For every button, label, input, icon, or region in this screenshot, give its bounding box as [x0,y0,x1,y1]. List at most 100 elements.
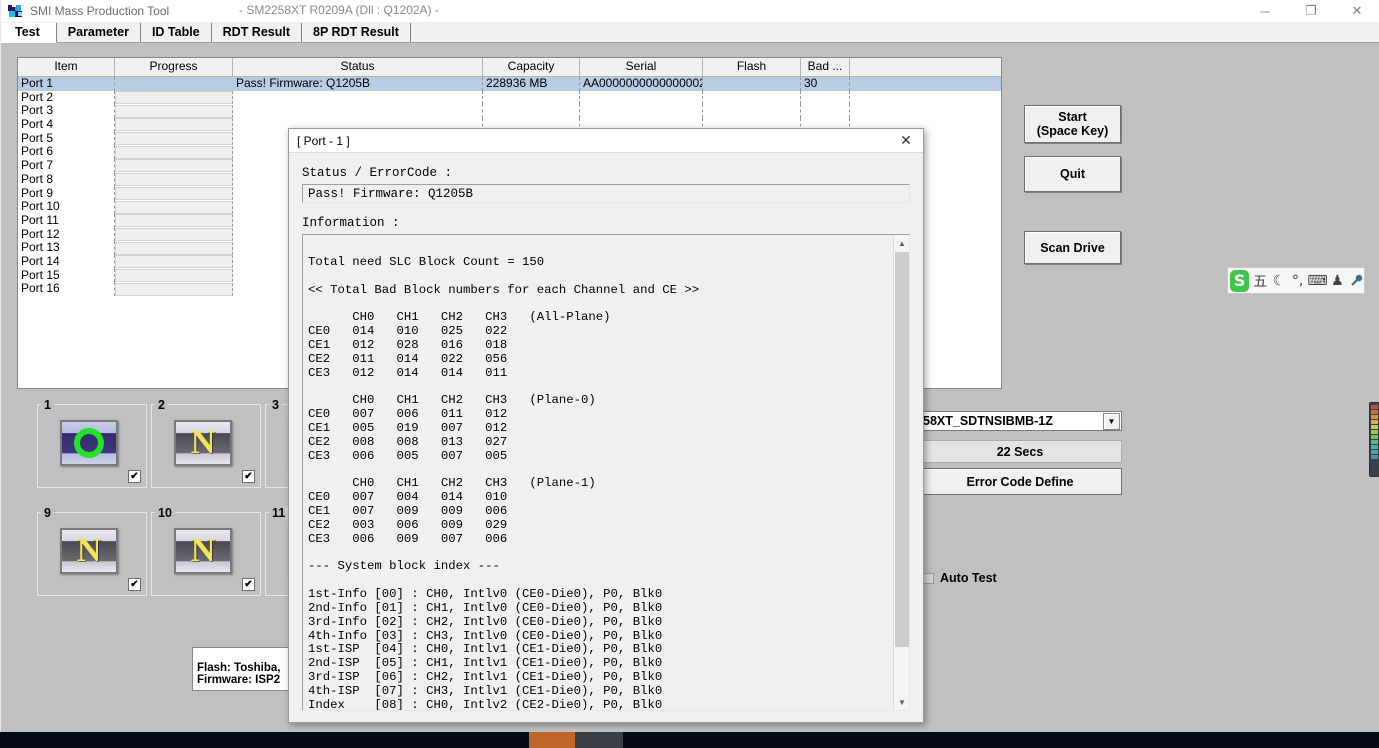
thumbnail-number: 1 [41,398,54,412]
start-button-label-line2: (Space Key) [1036,124,1109,138]
ime-toolbar[interactable]: S 五 ☾ °, ⌨ ♟ [1227,267,1365,294]
table-header-capacity[interactable]: Capacity [483,58,580,76]
meter-bar [1371,420,1378,424]
thumbnail-device-icon: N [174,420,232,466]
meter-bar [1371,450,1378,454]
cell-blank [850,91,1000,105]
ime-wubi-icon[interactable]: 五 [1252,270,1268,292]
table-header-item[interactable]: Item [18,58,115,76]
cell-capacity: 228936 MB [483,77,580,91]
scroll-up-icon[interactable]: ▲ [894,235,909,251]
thumbnail-number: 2 [155,398,168,412]
thumbnail-checkbox[interactable]: ✔ [128,578,141,591]
cell-item: Port 4 [18,118,115,132]
table-header-flash[interactable]: Flash [703,58,801,76]
scan-drive-button[interactable]: Scan Drive [1024,231,1121,264]
meter-bar [1371,430,1378,434]
window-controls: ─ ❐ ✕ [1242,0,1379,22]
sogou-logo-icon[interactable]: S [1230,269,1250,292]
table-header-bad-[interactable]: Bad ... [801,58,850,76]
os-taskbar [0,732,1379,748]
thumbnail-checkbox[interactable]: ✔ [128,470,141,483]
start-button[interactable]: Start (Space Key) [1024,105,1121,143]
cell-progress [115,173,233,187]
maximize-restore-icon[interactable]: ❐ [1288,0,1334,22]
tab-id-table[interactable]: ID Table [141,23,212,42]
meter-bar [1371,405,1378,409]
dialog-close-icon[interactable]: ✕ [889,129,923,152]
cell-item: Port 2 [18,90,115,105]
error-code-define-button[interactable]: Error Code Define [918,468,1122,495]
config-select[interactable]: 58XT_SDTNSIBMB-1Z ▼ [918,411,1122,431]
taskbar-item-active[interactable] [529,732,575,748]
thumbnail-device-icon: N [60,528,118,574]
tab-parameter[interactable]: Parameter [57,23,141,42]
cell-progress [115,104,233,118]
table-header-blank[interactable] [850,58,1000,76]
ime-moon-icon[interactable]: ☾ [1271,270,1287,292]
meter-bar [1371,415,1378,419]
auto-test-checkbox-row[interactable]: Auto Test [923,571,997,585]
ime-punctuation-icon[interactable]: °, [1290,270,1306,292]
meter-bar [1371,425,1378,429]
information-scrollbar[interactable]: ▲ ▼ [893,235,909,710]
information-label: Information : [302,216,400,230]
cell-item: Port 14 [18,254,115,269]
tab-8p-rdt-result[interactable]: 8P RDT Result [302,23,411,42]
thumbnail-checkbox[interactable]: ✔ [242,578,255,591]
thumbnail-letter: N [190,424,216,461]
cell-item: Port 8 [18,172,115,187]
thumbnail-number: 11 [269,506,289,520]
table-header-serial[interactable]: Serial [580,58,703,76]
close-icon[interactable]: ✕ [1334,0,1379,22]
thumbnail-checkbox[interactable]: ✔ [242,470,255,483]
ime-user-icon[interactable]: ♟ [1330,270,1346,292]
app-logo-icon [8,3,24,19]
start-button-label-line1: Start [1058,110,1087,124]
device-thumbnail[interactable]: 10 N ✔ [151,506,261,596]
table-header-status[interactable]: Status [233,58,483,76]
chevron-down-icon[interactable]: ▼ [1103,412,1120,430]
auto-test-checkbox[interactable] [923,572,934,584]
cell-serial: AA000000000000000244 [580,77,703,91]
table-row[interactable]: Port 1 Pass! Firmware: Q1205B 228936 MB AA0… [18,77,1001,91]
tab-rdt-result[interactable]: RDT Result [212,23,303,42]
cell-progress [115,255,233,269]
ime-keyboard-icon[interactable]: ⌨ [1307,270,1327,292]
cell-progress [115,214,233,228]
cell-progress [115,200,233,214]
cell-bad [801,90,850,105]
thumbnail-device-icon [60,420,118,466]
device-thumbnail[interactable]: 1 ✔ [37,398,147,488]
cell-item: Port 1 [18,77,115,91]
cell-item: Port 13 [18,241,115,255]
cell-capacity [483,104,580,119]
cell-item: Port 12 [18,227,115,242]
scrollbar-thumb[interactable] [895,252,909,647]
status-errorcode-value: Pass! Firmware: Q1205B [302,184,910,203]
minimize-icon[interactable]: ─ [1242,0,1288,22]
scroll-down-icon[interactable]: ▼ [894,694,909,710]
status-errorcode-label: Status / ErrorCode : [302,166,453,180]
meter-bar [1371,440,1378,444]
table-header-progress[interactable]: Progress [115,58,233,76]
thumbnail-number: 3 [269,398,282,412]
tab-test[interactable]: Test [1,23,57,43]
quit-button[interactable]: Quit [1024,156,1121,192]
cell-bad: 30 [801,77,850,91]
cell-progress [115,145,233,159]
table-row[interactable]: Port 2 [18,90,1001,105]
taskbar-item-secondary[interactable] [575,732,623,748]
cell-item: Port 6 [18,145,115,160]
cell-flash [703,77,801,91]
table-row[interactable]: Port 3 [18,104,1001,119]
device-thumbnail[interactable]: 9 N ✔ [37,506,147,596]
ime-wrench-icon[interactable] [1348,270,1364,292]
app-window: SMI Mass Production Tool - SM2258XT R020… [0,0,1379,732]
cell-progress [115,132,233,146]
thumbnail-number: 10 [155,506,175,520]
cell-status [233,90,483,105]
device-thumbnail[interactable]: 2 N ✔ [151,398,261,488]
information-textarea[interactable]: Total need SLC Block Count = 150 << Tota… [302,234,910,711]
cell-serial [580,104,703,119]
